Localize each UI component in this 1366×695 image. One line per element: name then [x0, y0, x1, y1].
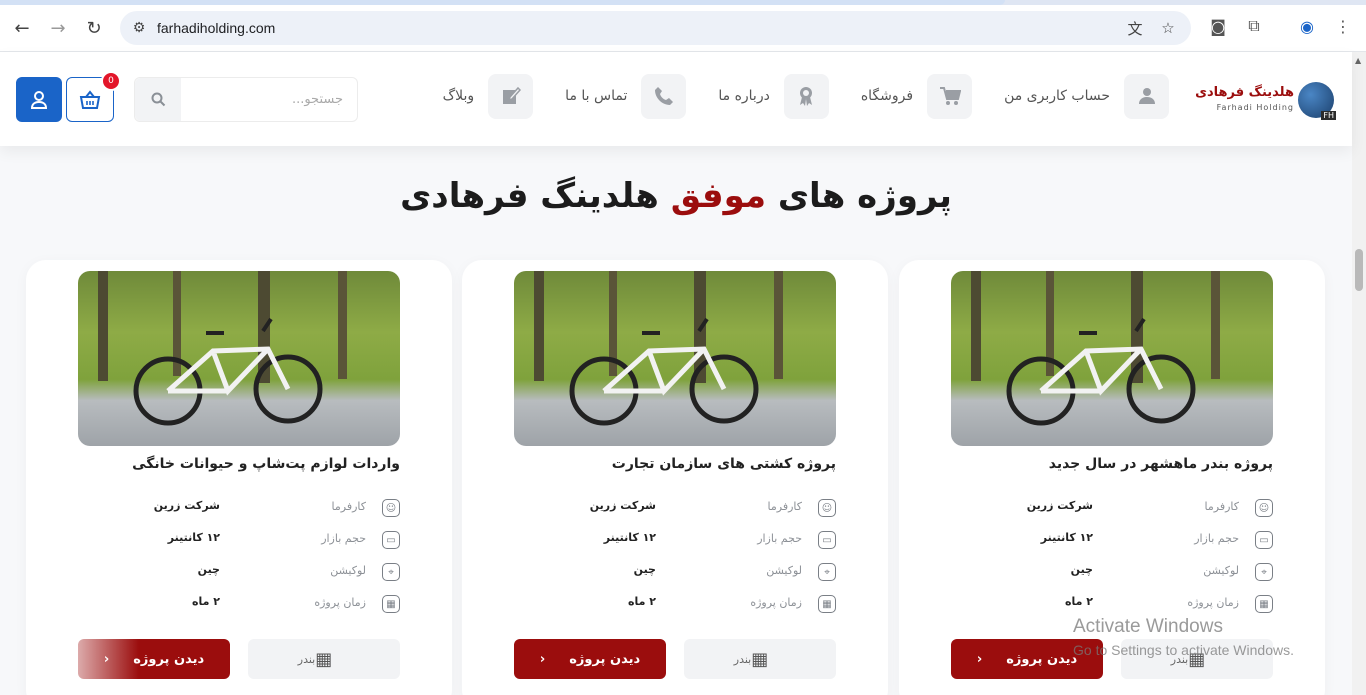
project-image[interactable]: [514, 271, 836, 446]
chevron-left-icon: ‹: [103, 651, 110, 667]
client-icon: ☺: [818, 499, 836, 517]
project-title[interactable]: پروژه کشتی های سازمان تجارت: [612, 456, 836, 472]
map-icon: ⌖: [818, 563, 836, 581]
view-project-button[interactable]: دیدن پروژه ‹: [78, 639, 230, 679]
project-image[interactable]: [951, 271, 1273, 446]
main-menu: حساب کاربری من فروشگاه درباره ما تماس با…: [443, 73, 1169, 119]
info-row-location: ⌖ لوکیشن چین: [514, 561, 836, 583]
calendar-icon: ▦: [818, 595, 836, 613]
site-info-icon[interactable]: ⚙: [130, 19, 148, 37]
project-image[interactable]: [78, 271, 400, 446]
cart-icon: [927, 73, 973, 119]
site-header: FH هلدینگ فرهادی Farhadi Holding حساب کا…: [0, 52, 1352, 146]
extensions-icon[interactable]: ⧉: [1242, 14, 1266, 38]
chevron-left-icon: ‹: [976, 651, 983, 667]
login-button[interactable]: [16, 77, 62, 122]
logo[interactable]: FH هلدینگ فرهادی Farhadi Holding: [1195, 82, 1336, 120]
basket-icon: [79, 89, 101, 109]
info-row-duration: ▦ زمان پروژه ۲ ماه: [514, 593, 836, 615]
calendar-icon: ▦: [382, 595, 400, 613]
truck-icon: ▭: [818, 531, 836, 549]
project-title[interactable]: پروژه بندر ماهشهر در سال جدید: [1049, 456, 1273, 472]
logo-subtitle: Farhadi Holding: [1216, 103, 1294, 112]
map-icon: ⌖: [1255, 563, 1273, 581]
search-icon[interactable]: [135, 78, 181, 121]
menu-item-blog[interactable]: وبلاگ: [443, 73, 534, 119]
browser-toolbar: ← → ↻ ⚙ farhadiholding.com 文 ☆ ◙ ⧉ ◉ ⋮: [0, 0, 1366, 52]
info-row-location: ⌖ لوکیشن چین: [951, 561, 1273, 583]
section-heading: پروژه های موفق هلدینگ فرهادی: [400, 176, 952, 216]
info-row-volume: ▭ حجم بازار ۱۲ کانتینر: [78, 529, 400, 551]
project-title[interactable]: واردات لوازم پت‌شاپ و حیوانات خانگی: [132, 456, 400, 472]
windows-activation-watermark: Activate Windows Go to Settings to activ…: [1073, 616, 1294, 658]
menu-item-shop[interactable]: فروشگاه: [861, 73, 973, 119]
user-icon: [1124, 73, 1169, 119]
info-row-duration: ▦ زمان پروژه ۲ ماه: [78, 593, 400, 615]
forward-icon[interactable]: →: [44, 14, 72, 42]
client-icon: ☺: [382, 499, 400, 517]
grid-icon: ▦: [315, 648, 333, 670]
more-menu-icon[interactable]: ⋮: [1331, 14, 1355, 38]
award-icon: [783, 73, 829, 119]
menu-item-about[interactable]: درباره ما: [718, 73, 829, 119]
project-card: پروژه کشتی های سازمان تجارت ☺ کارفرما شرکت…: [462, 260, 888, 695]
calendar-icon: ▦: [1255, 595, 1273, 613]
truck-icon: ▭: [382, 531, 400, 549]
info-row-volume: ▭ حجم بازار ۱۲ کانتینر: [514, 529, 836, 551]
view-project-button[interactable]: دیدن پروژه ‹: [514, 639, 666, 679]
category-button[interactable]: ▦ بندر: [684, 639, 836, 679]
info-row-client: ☺ کارفرما شرکت زرین: [951, 497, 1273, 519]
info-row-client: ☺ کارفرما شرکت زرین: [78, 497, 400, 519]
address-bar[interactable]: ⚙ farhadiholding.com 文 ☆: [120, 11, 1191, 45]
user-icon: [30, 90, 48, 109]
bookmark-star-icon[interactable]: ☆: [1158, 18, 1178, 38]
truck-icon: ▭: [1255, 531, 1273, 549]
logo-title: هلدینگ فرهادی: [1195, 85, 1294, 100]
cart-count-badge: 0: [101, 71, 121, 91]
menu-item-contact[interactable]: تماس با ما: [565, 73, 687, 119]
chevron-left-icon: ‹: [539, 651, 546, 667]
page-scrollbar[interactable]: ▲: [1352, 52, 1366, 695]
active-tab[interactable]: [0, 0, 1005, 5]
tab-strip: [0, 0, 1366, 5]
camera-icon[interactable]: ◙: [1206, 14, 1230, 38]
search-box: [134, 77, 358, 122]
phone-icon: [641, 73, 687, 119]
client-icon: ☺: [1255, 499, 1273, 517]
profile-icon[interactable]: ◉: [1295, 14, 1319, 38]
menu-item-account[interactable]: حساب کاربری من: [1004, 73, 1169, 119]
projects-section: پروژه های موفق هلدینگ فرهادی پروژه بندر …: [0, 146, 1352, 695]
logo-mark: FH: [1298, 82, 1336, 120]
map-icon: ⌖: [382, 563, 400, 581]
info-row-location: ⌖ لوکیشن چین: [78, 561, 400, 583]
scrollbar-thumb[interactable]: [1355, 249, 1363, 291]
grid-icon: ▦: [751, 648, 769, 670]
project-card: واردات لوازم پت‌شاپ و حیوانات خانگی ☺ کار…: [26, 260, 452, 695]
translate-icon[interactable]: 文: [1125, 18, 1145, 38]
search-input[interactable]: [183, 78, 357, 121]
edit-icon: [488, 73, 534, 119]
reload-icon[interactable]: ↻: [80, 14, 108, 42]
info-row-client: ☺ کارفرما شرکت زرین: [514, 497, 836, 519]
scroll-up-icon[interactable]: ▲: [1355, 56, 1361, 65]
info-row-duration: ▦ زمان پروژه ۲ ماه: [951, 593, 1273, 615]
back-icon[interactable]: ←: [8, 14, 36, 42]
url-text[interactable]: farhadiholding.com: [157, 20, 275, 36]
info-row-volume: ▭ حجم بازار ۱۲ کانتینر: [951, 529, 1273, 551]
category-button[interactable]: ▦ بندر: [248, 639, 400, 679]
